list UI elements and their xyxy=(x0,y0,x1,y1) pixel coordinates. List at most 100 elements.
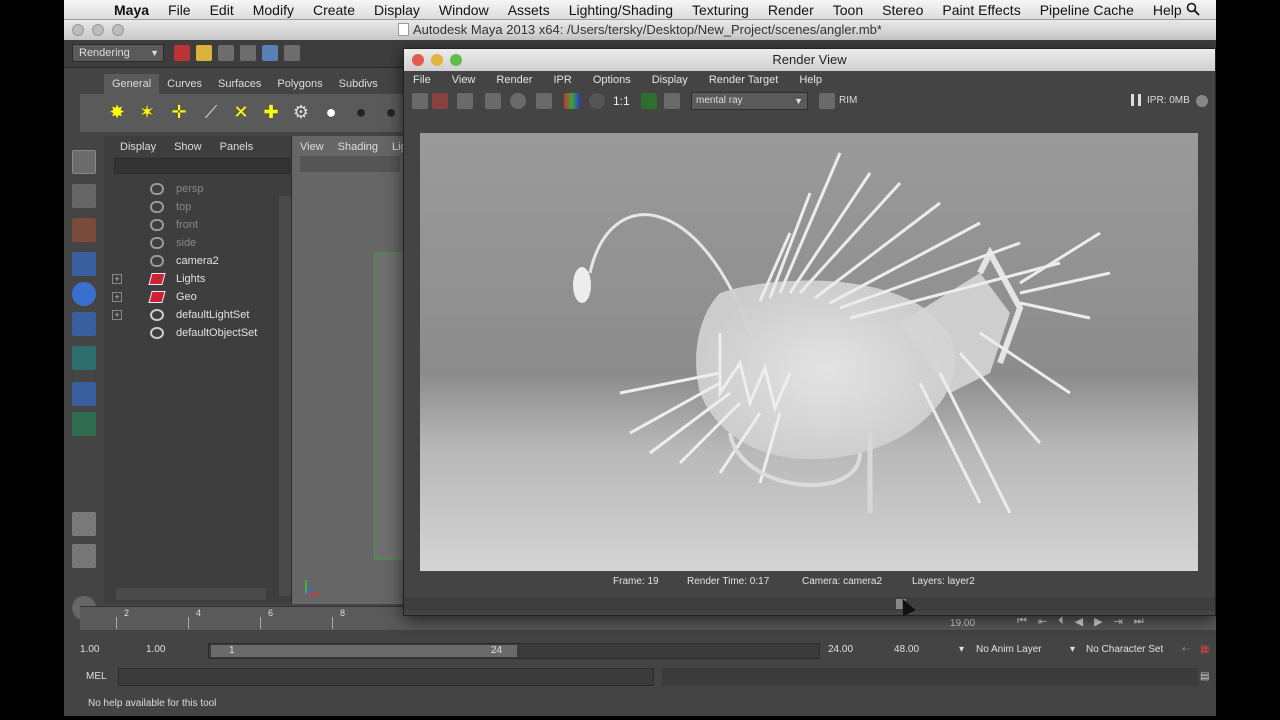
outliner-item-front[interactable]: front xyxy=(108,216,280,234)
animation-end-field[interactable]: 48.00 xyxy=(894,644,919,655)
expand-icon[interactable]: + xyxy=(112,310,122,320)
manipulator-tool-icon[interactable] xyxy=(72,346,96,370)
chevron-down-icon[interactable]: ▾ xyxy=(959,644,964,655)
menu-set-dropdown[interactable]: Rendering ▼ xyxy=(72,44,164,62)
shelf-tab-surfaces[interactable]: Surfaces xyxy=(210,74,269,94)
new-scene-icon[interactable] xyxy=(174,45,190,61)
shelf-tab-general[interactable]: General xyxy=(104,74,160,94)
menu-texturing[interactable]: Texturing xyxy=(692,2,749,18)
play-backwards-icon[interactable]: ◀ xyxy=(1075,615,1083,628)
close-button[interactable] xyxy=(412,54,424,66)
anim-layer-dropdown[interactable]: No Anim Layer xyxy=(976,644,1042,655)
animation-start-field[interactable]: 1.00 xyxy=(80,644,99,655)
minimize-button[interactable] xyxy=(92,24,104,36)
rv-menu-help[interactable]: Help xyxy=(799,71,822,89)
menu-help[interactable]: Help xyxy=(1153,2,1182,18)
select-tool-icon[interactable] xyxy=(72,150,96,174)
mel-label[interactable]: MEL xyxy=(86,671,107,682)
point-light-icon[interactable]: ✸ xyxy=(106,100,128,124)
menu-lighting-shading[interactable]: Lighting/Shading xyxy=(569,2,673,18)
viewport-menu-view[interactable]: View xyxy=(300,138,324,156)
shelf-tab-subdivs[interactable]: Subdivs xyxy=(331,74,386,94)
menu-assets[interactable]: Assets xyxy=(508,2,550,18)
outliner-vertical-scrollbar[interactable] xyxy=(279,196,291,596)
four-pane-layout-icon[interactable] xyxy=(72,544,96,568)
range-slider[interactable]: 1 24 xyxy=(208,643,820,659)
current-frame-field[interactable]: 19.00 xyxy=(950,618,990,629)
menu-pipeline-cache[interactable]: Pipeline Cache xyxy=(1040,2,1134,18)
auto-key-icon[interactable]: ⇠ xyxy=(1182,644,1190,655)
rv-menu-view[interactable]: View xyxy=(452,71,476,89)
rv-menu-options[interactable]: Options xyxy=(593,71,631,89)
single-pane-layout-icon[interactable] xyxy=(72,512,96,536)
outliner-filter-field[interactable] xyxy=(114,158,290,174)
go-to-start-icon[interactable]: ⏮ xyxy=(1017,615,1027,628)
menu-display[interactable]: Display xyxy=(374,2,420,18)
volume-light-icon[interactable]: ✕ xyxy=(230,100,252,124)
step-forward-key-icon[interactable]: ⇥ xyxy=(1114,615,1123,628)
ambient-light-icon[interactable]: ✚ xyxy=(260,100,282,124)
refresh-ipr-icon[interactable] xyxy=(510,93,526,109)
range-slider-handle[interactable] xyxy=(211,645,517,657)
rim-icon[interactable] xyxy=(819,93,835,109)
display-settings-icon[interactable] xyxy=(641,93,657,109)
pause-icon[interactable] xyxy=(1131,94,1141,106)
shelf-tab-polygons[interactable]: Polygons xyxy=(269,74,330,94)
step-back-key-icon[interactable]: ⇤ xyxy=(1038,615,1047,628)
outliner-item-defaultlightset[interactable]: + defaultLightSet xyxy=(108,306,280,324)
menu-render[interactable]: Render xyxy=(768,2,814,18)
keep-image-icon[interactable] xyxy=(664,93,680,109)
outliner-item-lights[interactable]: + Lights xyxy=(108,270,280,288)
expand-icon[interactable]: + xyxy=(112,292,122,302)
spot-light-icon[interactable]: ✶ xyxy=(136,100,158,124)
rv-menu-file[interactable]: File xyxy=(413,71,431,89)
play-forwards-icon[interactable]: ▶ xyxy=(1094,615,1102,628)
close-button[interactable] xyxy=(72,24,84,36)
outliner-item-persp[interactable]: persp xyxy=(108,180,280,198)
hypershade-icon[interactable]: ⚙ xyxy=(290,100,312,124)
render-region-icon[interactable] xyxy=(432,93,448,109)
save-scene-icon[interactable] xyxy=(218,45,234,61)
menu-paint-effects[interactable]: Paint Effects xyxy=(942,2,1020,18)
step-back-frame-icon[interactable]: ⏴ xyxy=(1058,615,1064,628)
rotate-tool-icon[interactable] xyxy=(72,282,96,306)
zoom-button[interactable] xyxy=(112,24,124,36)
open-scene-icon[interactable] xyxy=(196,45,212,61)
outliner-item-geo[interactable]: + Geo xyxy=(108,288,280,306)
outliner-item-camera2[interactable]: camera2 xyxy=(108,252,280,270)
move-tool-icon[interactable] xyxy=(72,252,96,276)
real-size-button[interactable]: 1:1 xyxy=(613,94,630,108)
outliner-menu-display[interactable]: Display xyxy=(120,138,156,156)
rv-menu-render[interactable]: Render xyxy=(496,71,532,89)
render-view-scrollbar[interactable] xyxy=(404,597,1215,611)
playback-start-field[interactable]: 1.00 xyxy=(146,644,165,655)
outliner-menu-panels[interactable]: Panels xyxy=(220,138,254,156)
render-settings-icon[interactable] xyxy=(536,93,552,109)
go-to-end-icon[interactable]: ⏭ xyxy=(1134,615,1144,628)
rv-menu-render-target[interactable]: Render Target xyxy=(709,71,779,89)
redo-previous-render-icon[interactable] xyxy=(412,93,428,109)
outliner-menu-show[interactable]: Show xyxy=(174,138,202,156)
alpha-channel-icon[interactable] xyxy=(589,93,605,109)
soft-mod-tool-icon[interactable] xyxy=(72,382,96,406)
rv-menu-ipr[interactable]: IPR xyxy=(553,71,571,89)
expand-icon[interactable]: + xyxy=(112,274,122,284)
viewport-panel[interactable]: View Shading Lig xyxy=(292,136,407,604)
select-hierarchy-icon[interactable] xyxy=(240,45,256,61)
select-component-icon[interactable] xyxy=(284,45,300,61)
snapshot-icon[interactable] xyxy=(457,93,473,109)
render-sphere-icon[interactable]: ● xyxy=(320,100,342,124)
menu-toon[interactable]: Toon xyxy=(833,2,863,18)
chevron-down-icon[interactable]: ▾ xyxy=(1070,644,1075,655)
preferences-icon[interactable]: ▦ xyxy=(1200,644,1209,655)
shelf-tab-curves[interactable]: Curves xyxy=(159,74,210,94)
menu-app[interactable]: Maya xyxy=(114,2,149,18)
rendered-image[interactable] xyxy=(420,133,1198,571)
viewport-toolbar[interactable] xyxy=(300,156,400,172)
paint-select-tool-icon[interactable] xyxy=(72,218,96,242)
lasso-tool-icon[interactable] xyxy=(72,184,96,208)
menu-window[interactable]: Window xyxy=(439,2,489,18)
zoom-button[interactable] xyxy=(450,54,462,66)
minimize-button[interactable] xyxy=(431,54,443,66)
menu-edit[interactable]: Edit xyxy=(210,2,234,18)
